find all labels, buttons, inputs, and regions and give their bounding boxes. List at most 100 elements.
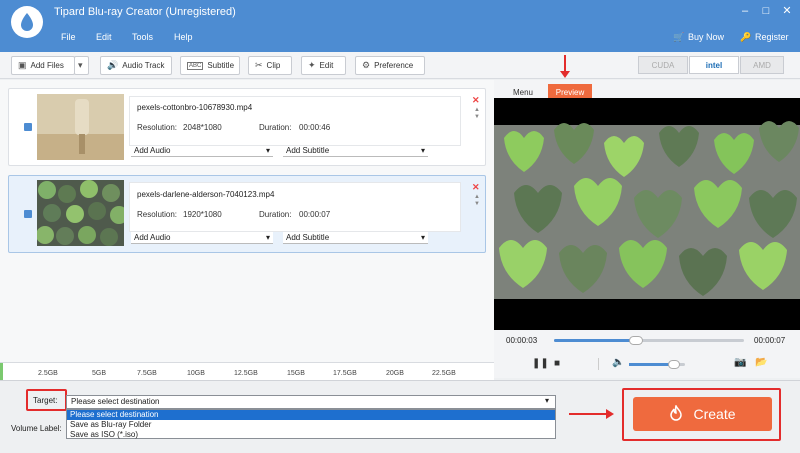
folder-icon[interactable]: 📂 (755, 357, 767, 368)
subtitle-button[interactable]: ABC Subtitle (180, 56, 240, 75)
file-1-move-up-icon[interactable]: ▲ (474, 107, 480, 113)
destination-select[interactable]: Please select destination (66, 395, 556, 409)
amd-toggle[interactable]: AMD (740, 56, 784, 74)
volume-icon[interactable]: 🔈 (612, 357, 624, 368)
size-tick: 17.5GB (333, 370, 357, 377)
seek-handle[interactable] (628, 336, 643, 345)
chevron-down-icon[interactable]: ▾ (545, 396, 549, 405)
create-label: Create (693, 406, 736, 422)
audio-track-button[interactable]: 🔊 Audio Track (100, 56, 172, 75)
size-tick: 20GB (386, 370, 404, 377)
size-tick: 22.5GB (432, 370, 456, 377)
file-1-add-audio-dropdown[interactable]: Add Audio ▾ (131, 145, 273, 157)
chevron-down-icon: ▾ (420, 233, 425, 242)
subtitle-icon: ABC (187, 61, 204, 70)
file-1-resolution-label: Resolution: (137, 123, 178, 132)
size-tick: 15GB (287, 370, 305, 377)
menu-file[interactable]: File (61, 32, 76, 42)
menu-help[interactable]: Help (174, 32, 193, 42)
minimize-button[interactable]: – (738, 4, 752, 18)
file-1-thumbnail (37, 94, 124, 160)
clip-button[interactable]: ✂ Clip (248, 56, 292, 75)
size-tick: 5GB (92, 370, 107, 377)
file-2-move-down-icon[interactable]: ▼ (474, 201, 480, 207)
file-2-checkbox[interactable] (24, 210, 32, 218)
file-2-add-audio-label: Add Audio (134, 233, 171, 242)
menu-tools[interactable]: Tools (132, 32, 153, 42)
file-2-add-subtitle-dropdown[interactable]: Add Subtitle ▾ (283, 232, 428, 244)
close-button[interactable]: ✕ (780, 4, 794, 18)
file-card-1[interactable]: pexels-cottonbro-10678930.mp4 Resolution… (8, 88, 486, 166)
buy-now-link[interactable]: Buy Now (688, 32, 724, 42)
file-2-resolution-label: Resolution: (137, 210, 178, 219)
volume-label-label: Volume Label: (11, 424, 62, 433)
speaker-icon: 🔊 (107, 60, 119, 70)
divider (598, 358, 599, 370)
magic-wand-icon: ✦ (308, 60, 316, 70)
file-1-name: pexels-cottonbro-10678930.mp4 (137, 103, 253, 112)
seek-bar-fill (554, 339, 636, 342)
cuda-toggle[interactable]: CUDA (638, 56, 688, 74)
size-tick: 12.5GB (234, 370, 258, 377)
file-1-move-down-icon[interactable]: ▼ (474, 114, 480, 120)
file-1-add-audio-label: Add Audio (134, 146, 171, 155)
pause-icon[interactable]: ❚❚ (532, 358, 549, 369)
file-2-duration: 00:00:07 (299, 210, 331, 219)
preference-button[interactable]: ⚙ Preference (355, 56, 425, 75)
file-1-duration: 00:00:46 (299, 123, 331, 132)
volume-handle[interactable] (667, 360, 680, 369)
add-file-icon: ▣ (18, 60, 27, 70)
preference-label: Preference (374, 61, 414, 70)
file-2-thumbnail (37, 180, 124, 246)
app-title: Tipard Blu-ray Creator (Unregistered) (54, 6, 236, 18)
total-time: 00:00:07 (754, 336, 786, 345)
disc-size-bar: 2.5GB 5GB 7.5GB 10GB 12.5GB 15GB 17.5GB … (0, 362, 494, 380)
file-1-remove-icon[interactable]: ✕ (472, 95, 480, 106)
destination-option[interactable]: Please select destination (67, 410, 555, 420)
chevron-down-icon: ▾ (420, 146, 425, 155)
register-link[interactable]: Register (755, 32, 789, 42)
add-files-button[interactable]: ▣ Add Files (11, 56, 75, 75)
subtitle-label: Subtitle (207, 61, 235, 70)
size-tick: 2.5GB (38, 370, 58, 377)
scissors-icon: ✂ (255, 60, 263, 70)
size-tick: 10GB (187, 370, 205, 377)
file-2-add-subtitle-label: Add Subtitle (286, 233, 330, 242)
chevron-down-icon: ▾ (265, 146, 270, 155)
chevron-down-icon: ▾ (265, 233, 270, 242)
key-icon[interactable]: 🔑 (740, 32, 751, 43)
maximize-button[interactable]: □ (759, 4, 773, 18)
seek-bar[interactable] (554, 336, 744, 345)
file-2-add-audio-dropdown[interactable]: Add Audio ▾ (131, 232, 273, 244)
camera-icon[interactable]: 📷 (734, 357, 746, 368)
file-1-duration-label: Duration: (259, 123, 292, 132)
volume-slider[interactable] (629, 360, 685, 369)
destination-value: Please select destination (71, 397, 160, 406)
destination-options: Please select destination Save as Blu-ra… (66, 409, 556, 439)
stop-icon[interactable]: ■ (554, 358, 560, 369)
file-card-2[interactable]: pexels-darlene-alderson-7040123.mp4 Reso… (8, 175, 486, 253)
cart-icon[interactable]: 🛒 (673, 32, 684, 43)
menu-edit[interactable]: Edit (96, 32, 112, 42)
chevron-down-icon: ▾ (78, 60, 83, 70)
destination-option[interactable]: Save as Blu-ray Folder (67, 420, 555, 430)
add-files-dropdown[interactable]: ▾ (74, 56, 89, 75)
create-button[interactable]: Create (633, 397, 772, 431)
size-tick: 7.5GB (137, 370, 157, 377)
file-2-resolution: 1920*1080 (183, 210, 222, 219)
file-2-remove-icon[interactable]: ✕ (472, 182, 480, 193)
gear-icon: ⚙ (362, 60, 371, 70)
size-used-indicator (0, 363, 3, 380)
file-1-add-subtitle-dropdown[interactable]: Add Subtitle ▾ (283, 145, 428, 157)
file-2-move-up-icon[interactable]: ▲ (474, 194, 480, 200)
file-1-add-subtitle-label: Add Subtitle (286, 146, 330, 155)
clip-label: Clip (266, 61, 281, 70)
destination-option[interactable]: Save as ISO (*.iso) (67, 430, 555, 440)
file-2-duration-label: Duration: (259, 210, 292, 219)
flame-icon (669, 403, 683, 424)
edit-label: Edit (319, 61, 334, 70)
toolbar: ▣ Add Files ▾ 🔊 Audio Track ABC Subtitle ✂ C… (0, 52, 800, 79)
intel-toggle[interactable]: intel (689, 56, 739, 74)
file-1-checkbox[interactable] (24, 123, 32, 131)
edit-button[interactable]: ✦ Edit (301, 56, 346, 75)
